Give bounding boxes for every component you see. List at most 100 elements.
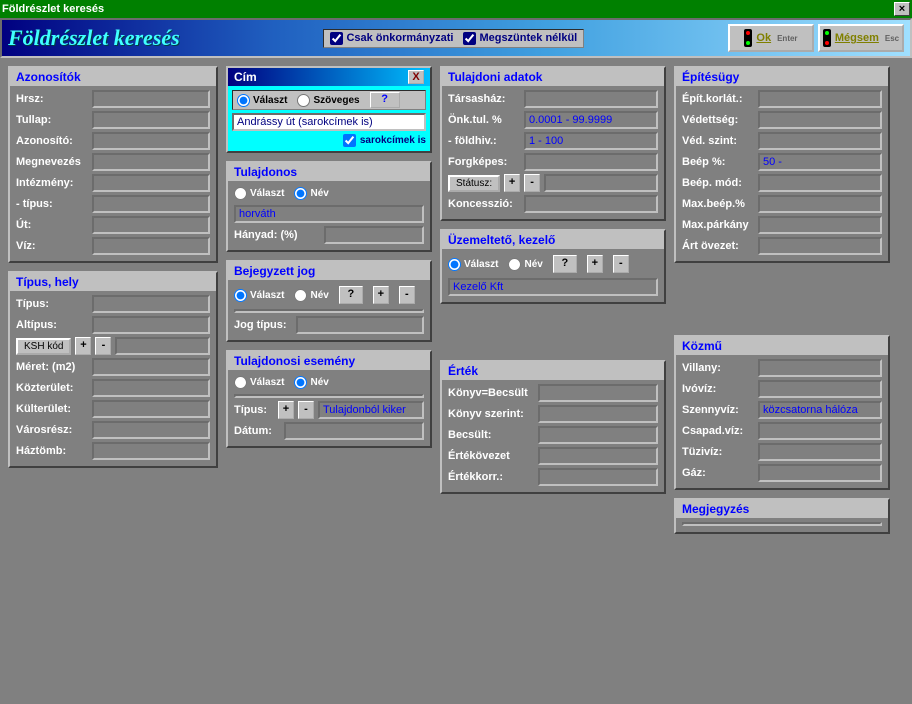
field-gaz[interactable] bbox=[758, 464, 882, 482]
lbl-ut: Út: bbox=[16, 219, 88, 231]
minus-button[interactable]: - bbox=[95, 337, 111, 355]
field-forgkepes[interactable] bbox=[524, 153, 658, 171]
radio-bej-valaszt[interactable]: Választ bbox=[234, 289, 284, 302]
field-foldhiv[interactable]: 1 - 100 bbox=[524, 132, 658, 150]
field-datum[interactable] bbox=[284, 422, 424, 440]
header-bar: Földrészlet keresés Csak önkormányzati M… bbox=[0, 18, 912, 58]
field-tulajdonos[interactable]: horváth bbox=[234, 205, 424, 223]
field-kshkod[interactable] bbox=[115, 337, 210, 355]
field-artovezet[interactable] bbox=[758, 237, 882, 255]
field-cim[interactable]: Andrássy út (sarokcímek is) bbox=[232, 113, 426, 131]
ok-button[interactable]: Ok Enter bbox=[728, 24, 814, 52]
radio-ese-valaszt[interactable]: Választ bbox=[234, 376, 284, 389]
header-checks: Csak önkormányzati Megszüntek nélkül bbox=[323, 29, 584, 48]
minus-button[interactable]: - bbox=[524, 174, 540, 192]
field-altipus[interactable] bbox=[92, 316, 210, 334]
close-icon[interactable]: × bbox=[894, 2, 910, 16]
field-kulterulet[interactable] bbox=[92, 400, 210, 418]
field-maxparkany[interactable] bbox=[758, 216, 882, 234]
help-button[interactable]: ? bbox=[553, 255, 577, 273]
field-esemeny-tipus[interactable]: Tulajdonból kiker bbox=[318, 401, 424, 419]
panel-title: Bejegyzett jog bbox=[228, 262, 430, 280]
radio-cim-valaszt[interactable]: Választ bbox=[237, 94, 287, 107]
field-intezmeny-tipus[interactable] bbox=[92, 195, 210, 213]
radio-ese-nev[interactable]: Név bbox=[294, 376, 328, 389]
field-megjegyzes[interactable] bbox=[682, 522, 882, 526]
field-konyvbecsult[interactable] bbox=[538, 384, 658, 402]
lbl-tipus: Típus: bbox=[16, 298, 88, 310]
field-csapadviz[interactable] bbox=[758, 422, 882, 440]
field-becsult[interactable] bbox=[538, 426, 658, 444]
ksh-kod-button[interactable]: KSH kód bbox=[16, 338, 71, 355]
field-haztomb[interactable] bbox=[92, 442, 210, 460]
field-tullap[interactable] bbox=[92, 111, 210, 129]
field-megnevezes[interactable] bbox=[92, 153, 210, 171]
field-kozterulet[interactable] bbox=[92, 379, 210, 397]
field-vedszint[interactable] bbox=[758, 132, 882, 150]
field-tarsashaz[interactable] bbox=[524, 90, 658, 108]
field-tipus[interactable] bbox=[92, 295, 210, 313]
panel-tulajdonos: Tulajdonos Választ Név horváth Hányad: (… bbox=[226, 161, 432, 252]
field-azonosito[interactable] bbox=[92, 132, 210, 150]
field-intezmeny[interactable] bbox=[92, 174, 210, 192]
field-hrsz[interactable] bbox=[92, 90, 210, 108]
field-epitkorlat[interactable] bbox=[758, 90, 882, 108]
minus-button[interactable]: - bbox=[613, 255, 629, 273]
field-varosresz[interactable] bbox=[92, 421, 210, 439]
field-statusz[interactable] bbox=[544, 174, 658, 192]
field-jogtipus[interactable] bbox=[296, 316, 424, 334]
field-beepmod[interactable] bbox=[758, 174, 882, 192]
radio-uze-nev[interactable]: Név bbox=[508, 258, 542, 271]
field-villany[interactable] bbox=[758, 359, 882, 377]
minus-button[interactable]: - bbox=[298, 401, 314, 419]
field-bejegyzett[interactable] bbox=[234, 309, 424, 313]
plus-button[interactable]: + bbox=[373, 286, 389, 304]
field-tuziviz[interactable] bbox=[758, 443, 882, 461]
radio-uze-valaszt[interactable]: Választ bbox=[448, 258, 498, 271]
panel-title: Típus, hely bbox=[10, 273, 216, 291]
plus-button[interactable]: + bbox=[504, 174, 520, 192]
minus-button[interactable]: - bbox=[399, 286, 415, 304]
field-viz[interactable] bbox=[92, 237, 210, 255]
panel-title: Cím X bbox=[228, 68, 430, 86]
lbl-konyvszerint: Könyv szerint: bbox=[448, 408, 534, 420]
chk-sarokcimek[interactable] bbox=[343, 134, 356, 147]
field-onktul[interactable]: 0.0001 - 99.9999 bbox=[524, 111, 658, 129]
radio-bej-nev[interactable]: Név bbox=[294, 289, 328, 302]
field-ertekkorr[interactable] bbox=[538, 468, 658, 486]
help-button[interactable]: ? bbox=[339, 286, 363, 304]
statusz-button[interactable]: Státusz: bbox=[448, 175, 500, 192]
field-beep[interactable]: 50 - bbox=[758, 153, 882, 171]
plus-button[interactable]: + bbox=[278, 401, 294, 419]
plus-button[interactable]: + bbox=[587, 255, 603, 273]
radio-cim-szoveges[interactable]: Szöveges bbox=[297, 94, 359, 107]
title-bar: Földrészlet keresés × bbox=[0, 0, 912, 18]
help-button[interactable]: ? bbox=[370, 92, 400, 108]
panel-title: Építésügy bbox=[676, 68, 888, 86]
lbl-ertekovezet: Értékövezet bbox=[448, 450, 534, 462]
lbl-ertekkorr: Értékkorr.: bbox=[448, 471, 534, 483]
field-vedettseg[interactable] bbox=[758, 111, 882, 129]
cancel-button[interactable]: Mégsem Esc bbox=[818, 24, 904, 52]
chk-onkormanyzati[interactable]: Csak önkormányzati bbox=[330, 32, 453, 45]
radio-tul-valaszt[interactable]: Választ bbox=[234, 187, 284, 200]
field-ertekovezet[interactable] bbox=[538, 447, 658, 465]
lbl-ivoviz: Ivóvíz: bbox=[682, 383, 754, 395]
field-esemeny-name[interactable] bbox=[234, 394, 424, 398]
radio-tul-nev[interactable]: Név bbox=[294, 187, 328, 200]
window-title: Földrészlet keresés bbox=[2, 3, 104, 15]
field-ut[interactable] bbox=[92, 216, 210, 234]
field-uzemelteto[interactable]: Kezelő Kft bbox=[448, 278, 658, 296]
plus-button[interactable]: + bbox=[75, 337, 91, 355]
field-szennyviz[interactable]: közcsatorna hálóza bbox=[758, 401, 882, 419]
lbl-tarsashaz: Társasház: bbox=[448, 93, 520, 105]
field-ivoviz[interactable] bbox=[758, 380, 882, 398]
field-hanyad[interactable] bbox=[324, 226, 424, 244]
field-konyvszerint[interactable] bbox=[538, 405, 658, 423]
field-koncesszio[interactable] bbox=[524, 195, 658, 213]
close-panel-icon[interactable]: X bbox=[408, 70, 424, 84]
lbl-megnevezes: Megnevezés bbox=[16, 156, 88, 168]
chk-megszuntek[interactable]: Megszüntek nélkül bbox=[463, 32, 577, 45]
field-maxbeep[interactable] bbox=[758, 195, 882, 213]
field-meret[interactable] bbox=[92, 358, 210, 376]
